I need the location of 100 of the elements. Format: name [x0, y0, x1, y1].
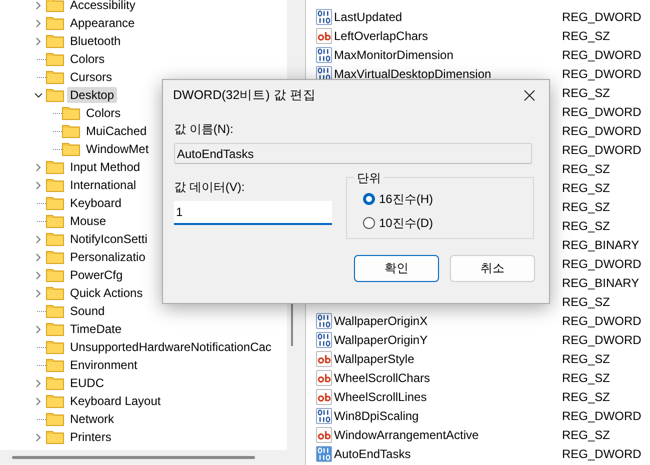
value-name[interactable]: WallpaperOriginY: [334, 332, 428, 346]
tree-item[interactable]: MuiCached: [83, 123, 150, 139]
radio-button[interactable]: [363, 193, 375, 205]
value-type: REG_DWORD: [562, 446, 642, 460]
tree-item[interactable]: Environment: [67, 357, 140, 373]
value-name[interactable]: MaxMonitorDimension: [334, 48, 454, 62]
tree-item[interactable]: EUDC: [67, 375, 108, 391]
chevron-right-icon[interactable]: [34, 180, 42, 190]
close-icon: [524, 90, 534, 100]
chevron-down-icon[interactable]: [34, 90, 42, 100]
value-type: REG_SZ: [562, 200, 610, 214]
folder-icon: [46, 88, 64, 102]
folder-icon: [62, 142, 80, 156]
chevron-right-icon[interactable]: [34, 18, 42, 28]
tree-item[interactable]: Keyboard: [67, 195, 124, 211]
folder-icon: [46, 412, 64, 426]
value-type: REG_SZ: [562, 218, 610, 232]
radio-button[interactable]: [363, 217, 375, 229]
scrollbar-thumb[interactable]: [12, 456, 255, 459]
tree-item[interactable]: NotifyIconSetti: [67, 231, 150, 247]
value-type: REG_SZ: [562, 180, 610, 194]
folder-icon: [46, 196, 64, 210]
chevron-right-icon[interactable]: [34, 324, 42, 334]
value-name[interactable]: WallpaperStyle: [334, 352, 414, 366]
tree-item[interactable]: Colors: [83, 105, 124, 121]
folder-icon: [62, 124, 80, 138]
dialog-button[interactable]: 취소: [450, 255, 535, 282]
tree-item[interactable]: WindowMet: [83, 141, 152, 157]
tree-item[interactable]: Personalizatio: [67, 249, 148, 265]
value-name[interactable]: AutoEndTasks: [334, 446, 411, 460]
folder-icon: [46, 52, 64, 66]
tree-item[interactable]: Quick Actions: [67, 285, 146, 301]
value-name[interactable]: WallpaperOriginX: [334, 314, 428, 328]
folder-icon: [46, 340, 64, 354]
tree-item[interactable]: Desktop: [67, 87, 118, 103]
value-type: REG_DWORD: [562, 48, 642, 62]
folder-icon: [46, 0, 64, 12]
value-type: REG_DWORD: [562, 332, 642, 346]
tree-item[interactable]: TimeDate: [67, 321, 125, 337]
value-type: REG_SZ: [562, 428, 610, 442]
value-type: REG_DWORD: [562, 142, 642, 156]
folder-icon: [46, 70, 64, 84]
value-type: REG_DWORD: [562, 10, 642, 24]
chevron-right-icon[interactable]: [34, 162, 42, 172]
chevron-right-icon[interactable]: [34, 0, 42, 10]
chevron-right-icon[interactable]: [34, 270, 42, 280]
tree-item[interactable]: Network: [67, 411, 118, 427]
value-name[interactable]: WindowArrangementActive: [334, 428, 479, 442]
value-name[interactable]: WheelScrollLines: [334, 390, 427, 404]
folder-icon: [46, 322, 64, 336]
tree-item[interactable]: UnsupportedHardwareNotificationCac: [67, 339, 274, 355]
folder-icon: [46, 430, 64, 444]
folder-icon: [46, 250, 64, 264]
chevron-right-icon[interactable]: [34, 36, 42, 46]
value-name[interactable]: LeftOverlapChars: [334, 28, 428, 42]
radio-label[interactable]: 16진수(H): [379, 190, 434, 208]
tree-item[interactable]: Printers: [67, 429, 114, 445]
dialog-button[interactable]: 확인: [354, 255, 439, 282]
tree-item[interactable]: Sound: [67, 303, 108, 319]
field-label: 값 이름(N):: [174, 121, 234, 138]
folder-icon: [46, 394, 64, 408]
value-type: REG_DWORD: [562, 66, 642, 80]
chevron-right-icon[interactable]: [34, 288, 42, 298]
chevron-right-icon[interactable]: [34, 252, 42, 262]
folder-icon: [46, 214, 64, 228]
folder-icon: [46, 16, 64, 30]
folder-icon: [46, 376, 64, 390]
chevron-right-icon[interactable]: [34, 432, 42, 442]
chevron-right-icon[interactable]: [34, 396, 42, 406]
chevron-right-icon[interactable]: [34, 378, 42, 388]
tree-item[interactable]: Keyboard Layout: [67, 393, 164, 409]
tree-item[interactable]: PowerCfg: [67, 267, 126, 283]
value-type: REG_DWORD: [562, 124, 642, 138]
tree-item[interactable]: Mouse: [67, 213, 110, 229]
chevron-right-icon[interactable]: [34, 234, 42, 244]
field-label: 값 데이터(V):: [174, 179, 246, 196]
group-title: 단위: [354, 170, 384, 187]
tree-item[interactable]: Cursors: [67, 69, 116, 85]
tree-item[interactable]: Input Method: [67, 159, 144, 175]
radio-label[interactable]: 10진수(D): [379, 214, 434, 232]
folder-icon: [62, 106, 80, 120]
tree-item[interactable]: Accessibility: [67, 0, 138, 13]
value-type: REG_SZ: [562, 162, 610, 176]
tree-item[interactable]: International: [67, 177, 140, 193]
value-name[interactable]: MaxVirtualDesktopDimension: [334, 66, 492, 80]
folder-icon: [46, 286, 64, 300]
value-type: REG_DWORD: [562, 256, 642, 270]
value-name-field[interactable]: AutoEndTasks: [174, 143, 532, 164]
tree-item[interactable]: Colors: [67, 51, 108, 67]
value-name[interactable]: WheelScrollChars: [334, 370, 430, 384]
value-name[interactable]: Win8DpiScaling: [334, 408, 419, 422]
tree-item[interactable]: Bluetooth: [67, 33, 124, 49]
value-data-field[interactable]: 1: [174, 201, 332, 225]
folder-icon: [46, 160, 64, 174]
tree-item[interactable]: Appearance: [67, 15, 138, 31]
folder-icon: [46, 178, 64, 192]
value-type: REG_BINARY: [562, 238, 640, 252]
value-type: REG_SZ: [562, 294, 610, 308]
folder-icon: [46, 268, 64, 282]
value-name[interactable]: LastUpdated: [334, 10, 402, 24]
